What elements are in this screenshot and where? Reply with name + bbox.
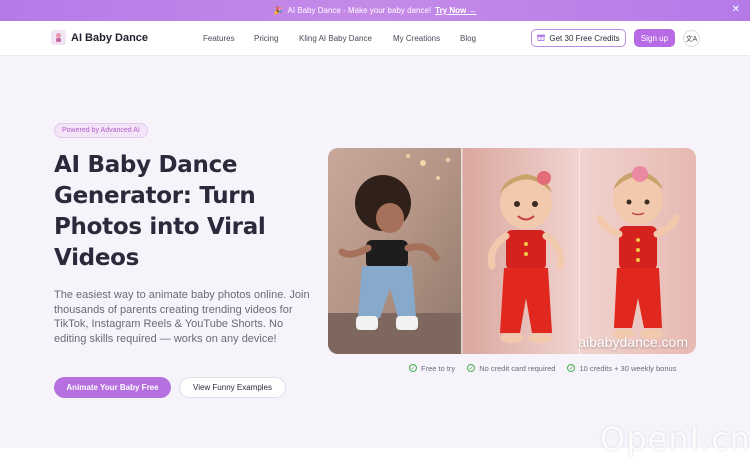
feature-label: No credit card required <box>479 363 556 373</box>
announcement-bar: 🎉 AI Baby Dance - Make your baby dance! … <box>0 0 750 21</box>
image-watermark: aibabydance.com <box>578 334 688 350</box>
powered-by-badge: Powered by Advanced AI <box>54 123 148 138</box>
baby-dance-illustration <box>328 148 696 354</box>
get-free-credits-button[interactable]: Get 30 Free Credits <box>531 29 626 47</box>
view-examples-button[interactable]: View Funny Examples <box>179 377 286 398</box>
hero-description: The easiest way to animate baby photos o… <box>54 289 310 345</box>
feature-item: ✓ Free to try <box>409 364 455 373</box>
feature-label: 10 credits + 30 weekly bonus <box>579 363 677 373</box>
gift-icon <box>537 33 546 43</box>
logo-text: AI Baby Dance <box>71 31 149 44</box>
feature-item: ✓ No credit card required <box>467 364 555 373</box>
nav-link-kling-ai-baby-dance[interactable]: Kling AI Baby Dance <box>299 34 372 43</box>
nav-link-my-creations[interactable]: My Creations <box>393 34 440 43</box>
language-icon[interactable]: 文A <box>683 30 700 47</box>
party-icon: 🎉 <box>273 6 284 15</box>
animate-baby-button[interactable]: Animate Your Baby Free <box>54 377 171 398</box>
hero-title: AI Baby Dance Generator: Turn Photos int… <box>54 152 266 271</box>
check-circle-icon: ✓ <box>409 364 417 372</box>
try-now-link[interactable]: Try Now → <box>435 6 476 15</box>
check-circle-icon: ✓ <box>467 364 476 372</box>
logo[interactable]: AI Baby Dance <box>51 30 148 45</box>
sign-up-button[interactable]: Sign up <box>634 29 675 47</box>
hero-image: aibabydance.com <box>328 148 696 354</box>
announcement-text: AI Baby Dance - Make your baby dance! <box>287 6 432 15</box>
top-navigation: AI Baby Dance Features Pricing Kling AI … <box>0 21 750 56</box>
feature-item: ✓ 10 credits + 30 weekly bonus <box>567 364 676 373</box>
feature-list: ✓ Free to try ✓ No credit card required … <box>409 362 688 374</box>
nav-link-features[interactable]: Features <box>203 34 235 43</box>
feature-label: Free to try <box>421 363 456 373</box>
close-icon[interactable]: ✕ <box>732 4 740 15</box>
check-circle-icon: ✓ <box>567 364 576 372</box>
logo-icon <box>51 30 66 45</box>
site-watermark: OpenI.cn <box>600 420 750 458</box>
nav-link-blog[interactable]: Blog <box>460 34 476 43</box>
nav-link-pricing[interactable]: Pricing <box>254 34 278 43</box>
credits-label: Get 30 Free Credits <box>549 33 620 43</box>
